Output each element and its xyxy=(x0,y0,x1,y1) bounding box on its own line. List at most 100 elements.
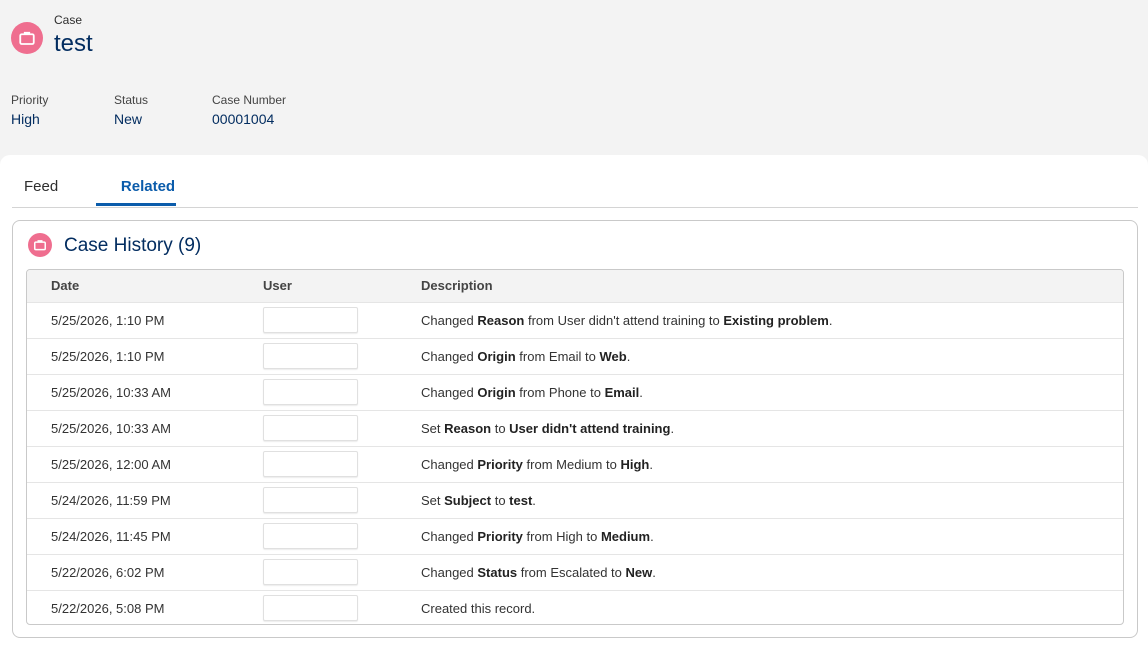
cell-user xyxy=(263,554,421,591)
description-field-value: Existing problem xyxy=(723,312,829,328)
column-header-date[interactable]: Date xyxy=(27,270,263,303)
history-table: Date User Description 5/25/2026, 1:10 PM… xyxy=(27,270,1123,624)
description-text: Changed xyxy=(421,564,478,580)
user-link[interactable] xyxy=(263,343,358,369)
cell-description: Created this record. xyxy=(421,590,1123,624)
field-priority: Priority High xyxy=(11,93,48,127)
cell-description: Changed Priority from High to Medium. xyxy=(421,518,1123,555)
description-text: . xyxy=(652,564,656,580)
field-label: Case Number xyxy=(212,93,287,107)
description-text: from Escalated to xyxy=(517,564,626,580)
description-text: from Email to xyxy=(515,348,600,364)
cell-description: Changed Origin from Phone to Email. xyxy=(421,374,1123,411)
cell-description: Set Subject to test. xyxy=(421,482,1123,519)
table-row: 5/24/2026, 11:45 PM Changed Priority from… xyxy=(27,518,1123,555)
record-header: Case test Priority High Status New Case … xyxy=(0,0,1148,156)
description-text: Changed xyxy=(421,384,478,400)
description-text: Changed xyxy=(421,312,478,328)
column-header-user[interactable]: User xyxy=(263,270,421,303)
column-header-description[interactable]: Description xyxy=(421,270,1123,303)
detail-panel: Feed Related Case History (9) Date User … xyxy=(0,155,1148,650)
cell-date: 5/25/2026, 1:10 PM xyxy=(27,302,263,339)
description-field-value: Priority xyxy=(477,456,523,472)
description-text: . xyxy=(650,528,654,544)
user-link[interactable] xyxy=(263,451,358,477)
cell-date: 5/25/2026, 12:00 AM xyxy=(27,446,263,483)
cell-description: Changed Priority from Medium to High. xyxy=(421,446,1123,483)
description-text: Created this record. xyxy=(421,600,536,616)
description-text: from Medium to xyxy=(522,456,621,472)
cell-date: 5/24/2026, 11:45 PM xyxy=(27,518,263,555)
description-field-value: Medium xyxy=(600,528,651,544)
table-row: 5/25/2026, 10:33 AM Set Reason to User di… xyxy=(27,410,1123,447)
table-row: 5/24/2026, 11:59 PM Set Subject to test. xyxy=(27,482,1123,519)
history-table-container: Date User Description 5/25/2026, 1:10 PM… xyxy=(26,269,1124,625)
cell-user xyxy=(263,482,421,519)
cell-date: 5/24/2026, 11:59 PM xyxy=(27,482,263,519)
description-text: . xyxy=(670,420,675,436)
tab-feed[interactable]: Feed xyxy=(24,178,58,195)
description-field-value: Status xyxy=(477,564,518,580)
description-field-value: User didn't attend training xyxy=(509,420,671,436)
description-field-value: Email xyxy=(604,384,640,400)
field-case-number: Case Number 00001004 xyxy=(212,93,286,127)
briefcase-icon xyxy=(28,233,52,257)
user-link[interactable] xyxy=(263,523,358,549)
cell-description: Changed Origin from Email to Web. xyxy=(421,338,1123,375)
description-field-value: Origin xyxy=(477,348,516,364)
description-text: . xyxy=(626,348,631,364)
description-field-value: New xyxy=(625,564,653,580)
cell-user xyxy=(263,446,421,483)
description-text: Changed xyxy=(421,528,478,544)
cell-date: 5/22/2026, 6:02 PM xyxy=(27,554,263,591)
user-link[interactable] xyxy=(263,487,358,513)
description-field-value: Origin xyxy=(477,384,516,400)
description-field-value: Reason xyxy=(444,420,492,436)
user-link[interactable] xyxy=(263,559,358,585)
cell-user xyxy=(263,302,421,339)
user-link[interactable] xyxy=(263,307,358,333)
description-text: Set xyxy=(421,492,445,508)
tab-bar: Feed Related xyxy=(12,155,1138,208)
description-text: Set xyxy=(421,420,445,436)
table-header-row: Date User Description xyxy=(27,270,1123,303)
description-text: from High to xyxy=(522,528,601,544)
cell-date: 5/25/2026, 1:10 PM xyxy=(27,338,263,375)
cell-user xyxy=(263,374,421,411)
briefcase-icon xyxy=(11,22,43,54)
table-row: 5/25/2026, 12:00 AM Changed Priority from… xyxy=(27,446,1123,483)
description-field-value: High xyxy=(620,456,650,472)
field-value: New xyxy=(114,111,143,127)
cell-description: Set Reason to User didn't attend trainin… xyxy=(421,410,1123,447)
description-field-value: test xyxy=(509,492,533,508)
description-text: . xyxy=(532,492,536,508)
field-value: High xyxy=(11,111,40,127)
table-row: 5/22/2026, 6:02 PM Changed Status from Es… xyxy=(27,554,1123,591)
description-field-value: Reason xyxy=(477,312,525,328)
tab-related[interactable]: Related xyxy=(108,178,188,195)
description-text: . xyxy=(639,384,643,400)
table-body: 5/25/2026, 1:10 PM Changed Reason from Us… xyxy=(27,302,1123,624)
user-link[interactable] xyxy=(263,379,358,405)
cell-user xyxy=(263,410,421,447)
cell-date: 5/22/2026, 5:08 PM xyxy=(51,600,165,616)
cell-user xyxy=(263,338,421,375)
field-label: Status xyxy=(114,93,149,107)
user-link[interactable] xyxy=(263,415,358,441)
object-label: Case xyxy=(54,13,83,27)
card-title[interactable]: Case History (9) xyxy=(64,235,201,257)
field-value: 00001004 xyxy=(212,111,275,127)
description-text: Changed xyxy=(421,456,478,472)
cell-user xyxy=(263,518,421,555)
user-link[interactable] xyxy=(263,595,358,622)
cell-date: 5/25/2026, 10:33 AM xyxy=(27,374,263,411)
description-field-value: Web xyxy=(599,348,627,364)
table-row: 5/25/2026, 1:10 PM Changed Reason from Us… xyxy=(27,302,1123,339)
active-tab-indicator xyxy=(96,203,176,206)
case-history-card: Case History (9) Date User Description 5… xyxy=(12,220,1138,638)
table-row: 5/22/2026, 5:08 PM Created this record. xyxy=(27,590,1123,624)
description-field-value: Subject xyxy=(444,492,492,508)
description-text: from User didn't attend training to xyxy=(524,312,724,328)
description-text: to xyxy=(491,492,510,508)
description-field-value: Priority xyxy=(477,528,523,544)
